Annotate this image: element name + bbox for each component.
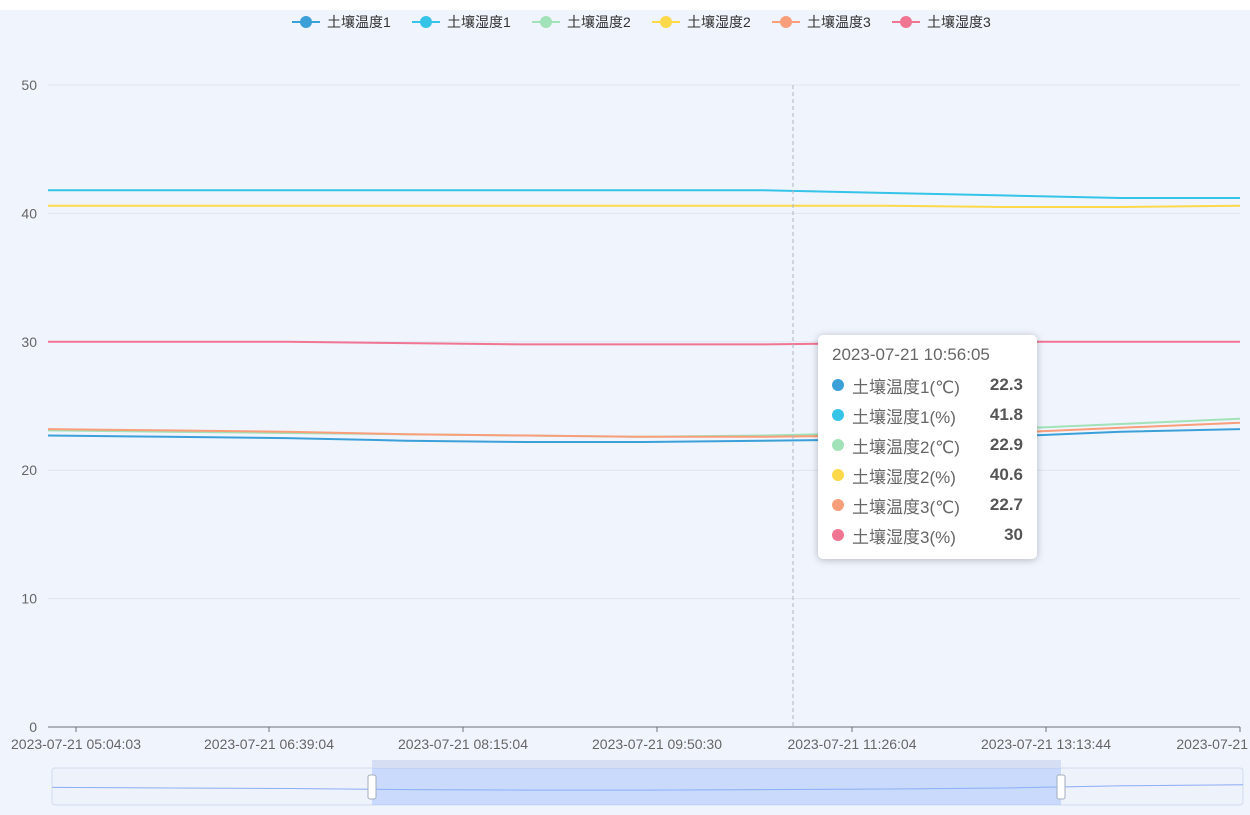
x-tick-label: 2023-07-21 06:39:04 [204, 736, 334, 752]
series-line [48, 204, 1241, 208]
zoom-handle[interactable] [1056, 774, 1066, 800]
y-tick-label: 50 [21, 77, 37, 93]
tooltip-label: 土壤湿度2(%) [852, 467, 956, 487]
tooltip-row: 土壤温度2(℃) 22.9 [832, 430, 1023, 460]
legend-label[interactable]: 土壤温度3 [807, 14, 871, 30]
legend-marker-icon[interactable] [660, 16, 672, 28]
y-tick-label: 0 [29, 719, 37, 735]
line-chart: 0 10 20 30 40 50 2023-07-21 05:04:03 2023-07-21… [11, 14, 1248, 806]
tooltip-label: 土壤温度3(℃) [852, 497, 960, 517]
tooltip-value: 40.6 [989, 465, 1023, 484]
y-tick-label: 30 [21, 334, 37, 350]
series-dot-icon [832, 469, 844, 481]
tooltip-label: 土壤温度2(℃) [852, 437, 960, 457]
tooltip-label: 土壤湿度1(%) [852, 407, 956, 427]
tooltip-row: 土壤温度3(℃) 22.7 [832, 490, 1023, 520]
legend-label[interactable]: 土壤温度2 [567, 14, 631, 30]
tooltip: 2023-07-21 10:56:05 土壤温度1(℃) 22.3 土壤湿度1(… [818, 335, 1037, 559]
tooltip-row: 土壤湿度3(%) 30 [832, 520, 1023, 550]
legend-label[interactable]: 土壤湿度3 [927, 14, 991, 30]
series-dot-icon [832, 379, 844, 391]
y-tick-label: 40 [21, 205, 37, 221]
legend-marker-icon[interactable] [300, 16, 312, 28]
y-tick-label: 20 [21, 462, 37, 478]
legend-marker-icon[interactable] [900, 16, 912, 28]
tooltip-value: 30 [1004, 525, 1023, 544]
tooltip-title: 2023-07-21 10:56:05 [832, 345, 990, 364]
zoom-selected-range[interactable] [372, 768, 1061, 805]
x-tick-label: 2023-07-21 11:26:04 [788, 736, 917, 752]
series-line [48, 189, 1240, 199]
x-tick-label: 2023-07-21 09:50:30 [592, 736, 722, 752]
y-tick-label: 10 [21, 591, 37, 607]
x-tick-label: 2023-07-21 08:15:04 [398, 736, 528, 752]
legend-marker-icon[interactable] [540, 16, 552, 28]
tooltip-label: 土壤湿度3(%) [852, 527, 956, 547]
tooltip-label: 土壤温度1(℃) [852, 377, 960, 397]
tooltip-value: 22.9 [989, 435, 1023, 454]
x-tick-label: 2023-07-21 [1176, 736, 1248, 752]
tooltip-row: 土壤湿度1(%) 41.8 [832, 400, 1023, 430]
tooltip-row: 土壤温度1(℃) 22.3 [832, 370, 1023, 400]
tooltip-value: 41.8 [989, 405, 1023, 424]
tooltip-row: 土壤湿度2(%) 40.6 [832, 460, 1023, 490]
series-dot-icon [832, 409, 844, 421]
legend-label[interactable]: 土壤温度1 [327, 14, 391, 30]
legend-marker-icon[interactable] [780, 16, 792, 28]
series-dot-icon [832, 499, 844, 511]
x-tick-label: 2023-07-21 13:13:44 [981, 736, 1111, 752]
x-tick-label: 2023-07-21 05:04:03 [11, 736, 141, 752]
zoom-handle[interactable] [367, 774, 377, 800]
series-dot-icon [832, 529, 844, 541]
zoom-top-bar[interactable] [372, 760, 1061, 768]
tooltip-value: 22.3 [989, 375, 1023, 394]
legend-marker-icon[interactable] [420, 16, 432, 28]
legend-label[interactable]: 土壤湿度2 [687, 14, 751, 30]
series-dot-icon [832, 439, 844, 451]
tooltip-value: 22.7 [989, 495, 1023, 514]
legend-label[interactable]: 土壤湿度1 [447, 14, 511, 30]
